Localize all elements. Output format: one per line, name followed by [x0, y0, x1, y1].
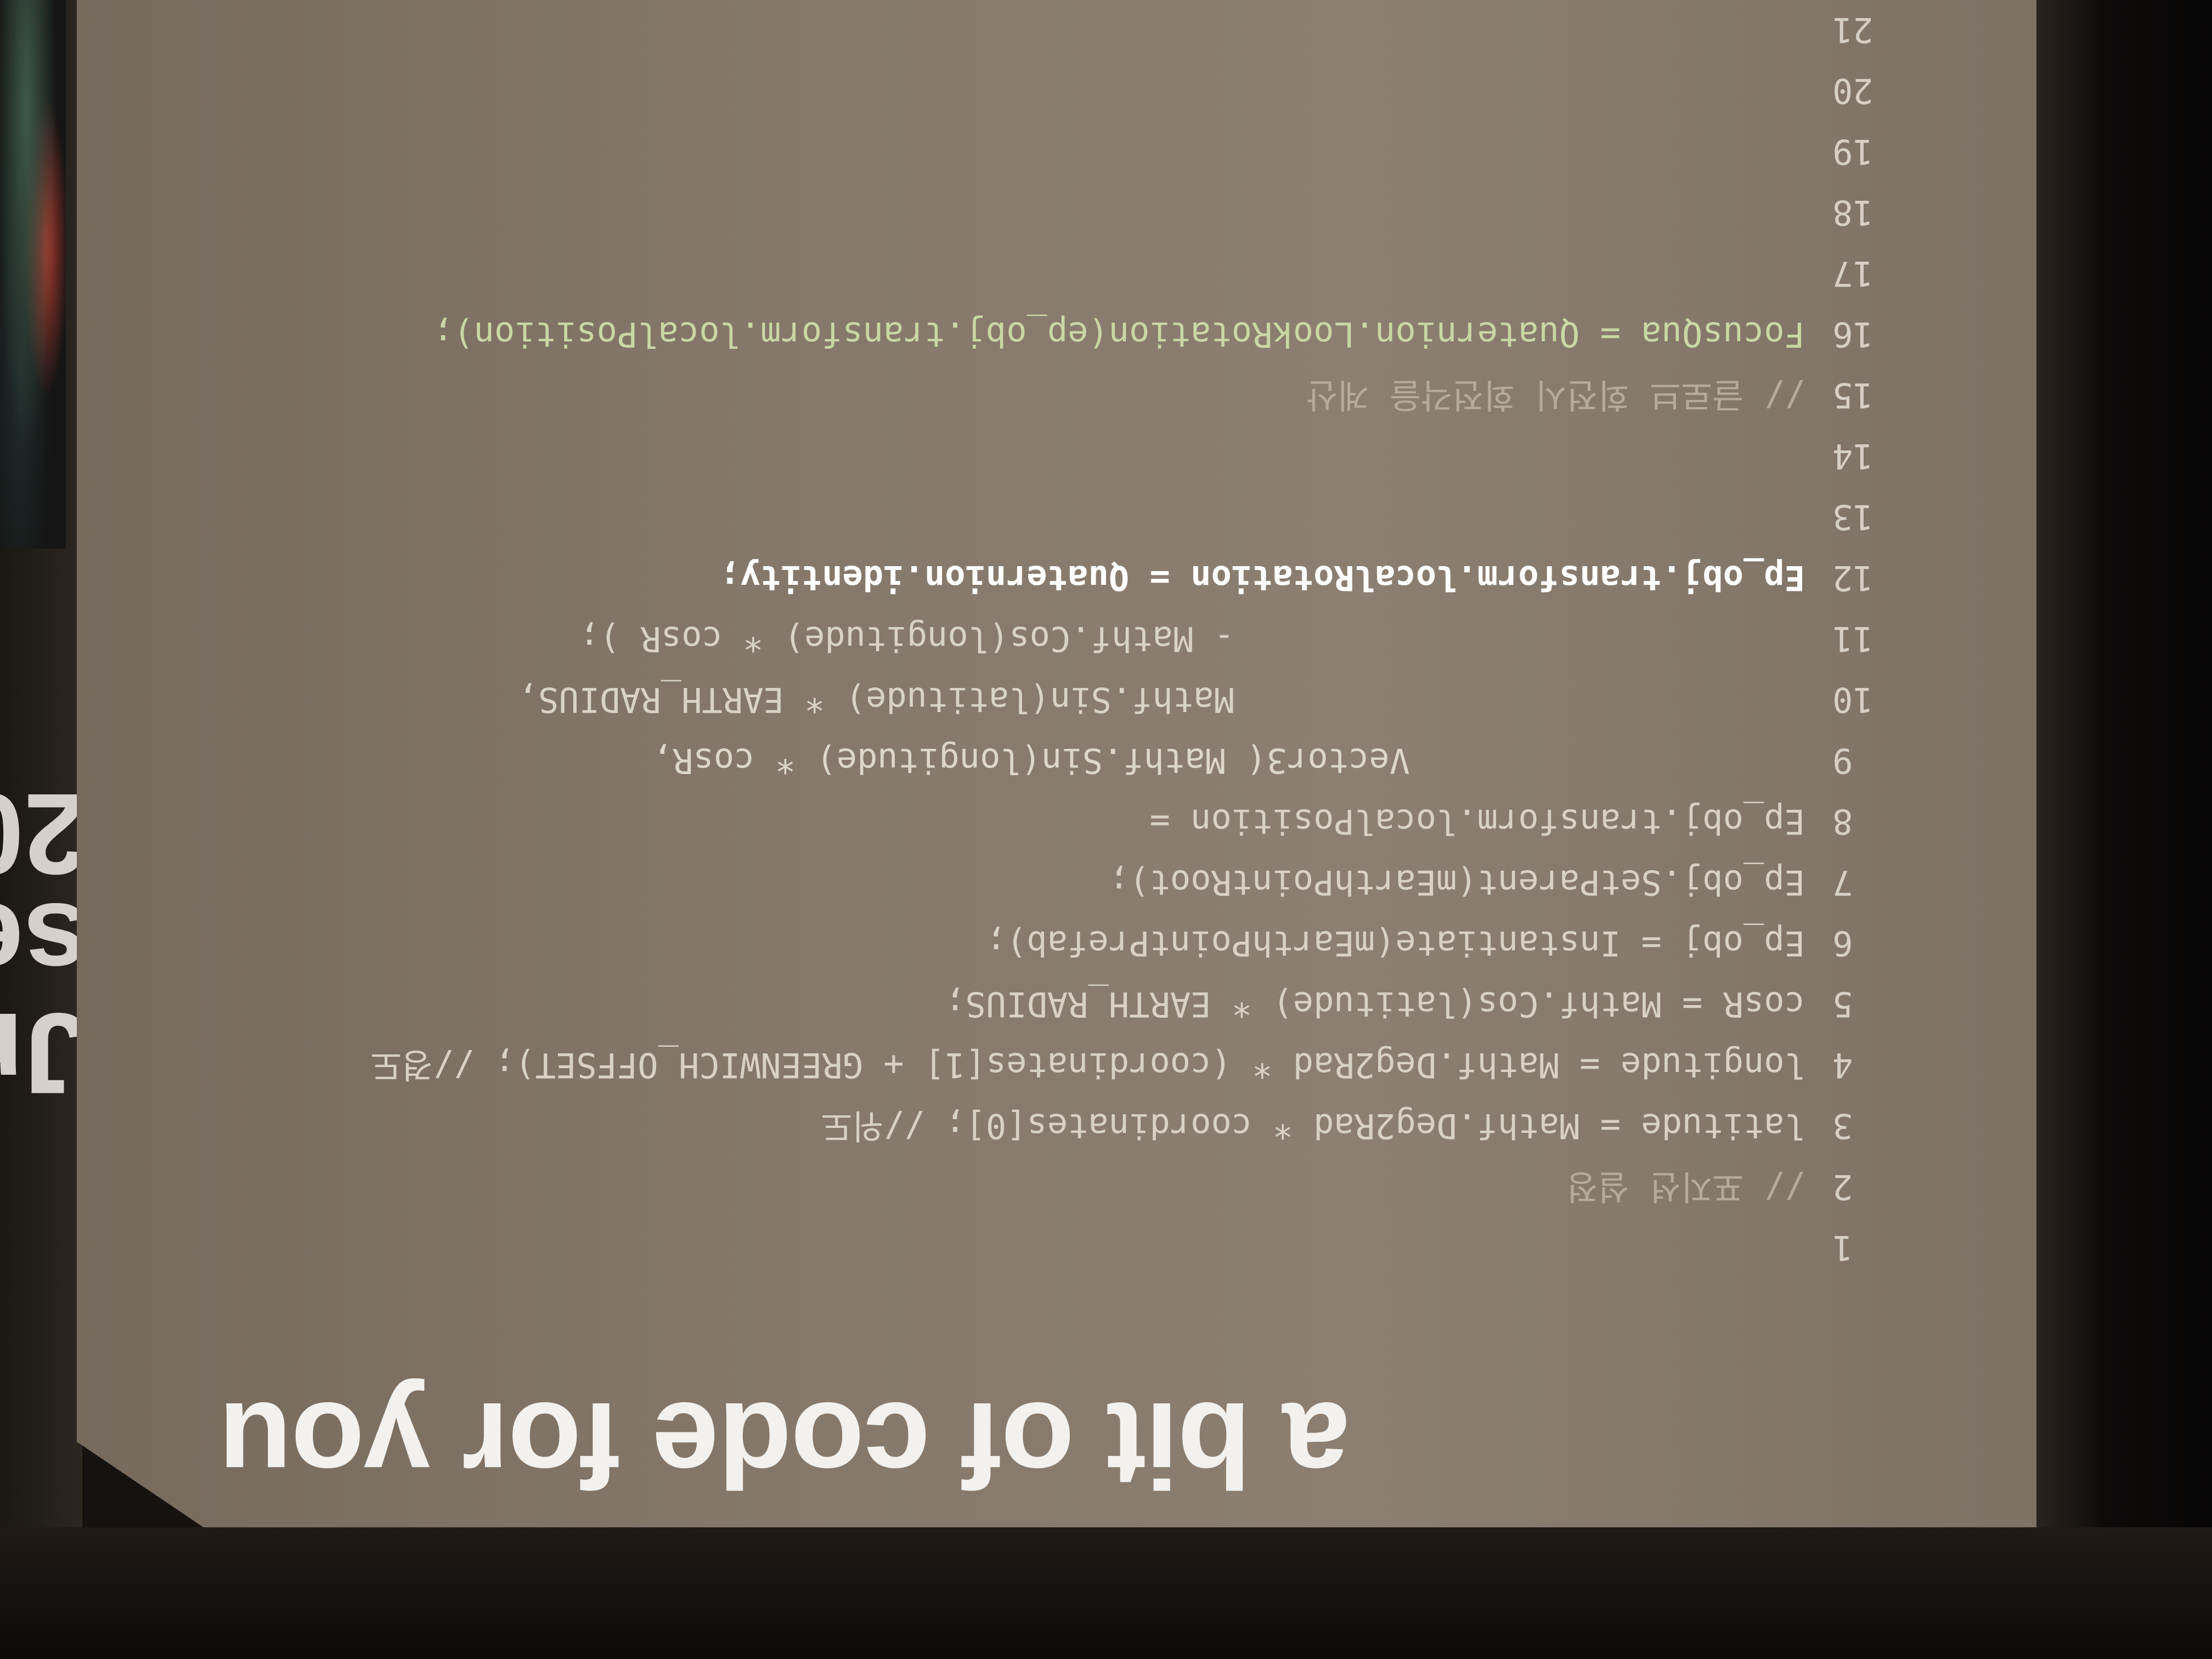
line-number: 13 [1832, 497, 1874, 537]
line-number: 16 [1832, 314, 1874, 354]
code-editor: 1 2 // 포지션 설정 3 latitude = Mathf.Deg2Rad *… [302, 0, 1893, 1278]
line-number: 21 [1832, 10, 1874, 50]
line-number: 15 [1832, 375, 1874, 415]
line-number: 11 [1832, 619, 1874, 659]
code-line: 20 [302, 60, 1893, 121]
code-line: 4 longitude = Mathf.Deg2Rad * (coordinate… [302, 1035, 1893, 1096]
code-text: Ep_obj.transform.localPosition = [1149, 802, 1805, 842]
code-line: 7 Ep_obj.SetParent(mEarthPointRoot); [302, 852, 1893, 913]
line-number: 3 [1832, 1106, 1853, 1146]
code-line: 8 Ep_obj.transform.localPosition = [302, 791, 1893, 852]
code-text: cosR = Mathf.Cos(latitude) * EARTH_RADIU… [945, 984, 1805, 1024]
line-number: 5 [1832, 984, 1853, 1024]
code-line: 17 [302, 243, 1893, 304]
code-line: 18 [302, 182, 1893, 243]
slide: a bit of code for you 1 2 // 포지션 설정 3 lati… [77, 0, 2052, 1602]
code-text: FocusQua = Quaternion.LookRotation(ep_ob… [433, 314, 1805, 354]
line-number: 18 [1832, 193, 1874, 233]
code-text: // 포지션 설정 [1566, 1167, 1805, 1207]
code-line: 19 [302, 121, 1893, 182]
code-line: 6 Ep_obj = Instantiate(mEarthPointPrefab)… [302, 913, 1893, 974]
line-number: 19 [1832, 132, 1874, 172]
code-text: longitude = Mathf.Deg2Rad * (coordinates… [370, 1045, 1805, 1085]
code-line: 3 latitude = Mathf.Deg2Rad * coordinates[… [302, 1096, 1893, 1156]
code-line: 2 // 포지션 설정 [302, 1156, 1893, 1217]
code-line: 10 Mathf.Sin(latitude) * EARTH_RADIUS, [302, 669, 1893, 730]
code-line: 13 [302, 487, 1893, 548]
line-number: 1 [1832, 1228, 1853, 1268]
projection-screen: a bit of code for you 1 2 // 포지션 설정 3 lati… [77, 0, 2052, 1602]
slide-title: a bit of code for you [219, 1378, 1350, 1513]
code-text: Ep_obj = Instantiate(mEarthPointPrefab); [985, 923, 1805, 963]
code-line: 14 [302, 426, 1893, 487]
code-line: 15 // 글로브 회전시 회전각을 계산 [302, 365, 1893, 426]
code-line: 16 FocusQua = Quaternion.LookRotation(ep_… [302, 304, 1893, 365]
code-line: 5 cosR = Mathf.Cos(latitude) * EARTH_RADI… [302, 974, 1893, 1035]
line-number: 2 [1832, 1167, 1853, 1207]
line-number: 4 [1832, 1045, 1853, 1085]
line-number: 14 [1832, 436, 1874, 476]
poster-text: Jn se 20 [0, 770, 88, 1118]
code-text: Mathf.Sin(latitude) * EARTH_RADIUS, [517, 680, 1234, 720]
code-line: 11 - Mathf.Cos(longitude) * cosR ); [302, 608, 1893, 669]
code-line: 1 [302, 1217, 1893, 1278]
code-text: // 글로브 회전시 회전각을 계산 [1306, 375, 1805, 415]
line-number: 6 [1832, 923, 1853, 963]
code-line: 9 Vector3( Mathf.Sin(longitude) * cosR, [302, 730, 1893, 791]
line-number: 7 [1832, 862, 1853, 902]
poster-artwork [0, 0, 66, 549]
left-wall: Jn se 20 [0, 0, 88, 1659]
screen-frame-right [2036, 0, 2212, 1659]
code-text: Ep_obj.SetParent(mEarthPointRoot); [1108, 862, 1805, 902]
code-line: 12 Ep_obj.transform.localRotation = Quate… [302, 548, 1893, 608]
floor-ledge [0, 1527, 2212, 1659]
code-text: latitude = Mathf.Deg2Rad * coordinates[0… [821, 1106, 1805, 1146]
line-number: 20 [1832, 71, 1874, 111]
line-number: 9 [1832, 741, 1853, 781]
line-number: 17 [1832, 253, 1874, 294]
code-line: 21 [302, 0, 1893, 60]
code-text: Vector3( Mathf.Sin(longitude) * cosR, [652, 741, 1410, 781]
code-text: - Mathf.Cos(longitude) * cosR ); [579, 619, 1234, 659]
photo-scene: Jn se 20 a bit of code for you 1 2 // 포지션… [0, 0, 2212, 1659]
line-number: 8 [1832, 802, 1853, 842]
line-number: 12 [1832, 558, 1874, 598]
code-text: Ep_obj.transform.localRotation = Quatern… [719, 558, 1805, 598]
line-number: 10 [1832, 680, 1874, 720]
